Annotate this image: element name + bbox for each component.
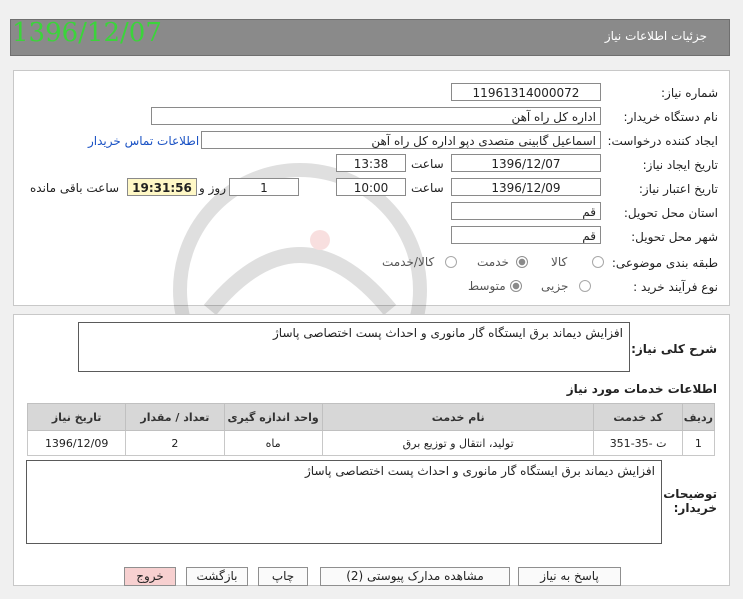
category-radio-service[interactable] [516,256,528,268]
process-option-minor: جزیی [541,279,569,293]
days-label: روز و [199,181,226,195]
cell-unit: ماه [223,430,323,456]
col-quantity: تعداد / مقدار [125,403,225,431]
col-row-number: ردیف [681,403,716,431]
category-label: طبقه بندی موضوعی: [611,256,718,270]
summary-text: افزایش دیماند برق ایستگاه گار مانوری و ا… [78,322,630,372]
cell-row-number: 1 [681,430,716,456]
cell-service-name: تولید، انتقال و توزیع برق [321,430,595,456]
summary-label: شرح کلی نیاز: [631,342,717,356]
col-need-date: تاریخ نیاز [26,403,127,431]
city-field: قم [451,226,601,244]
cell-quantity: 2 [125,430,225,456]
valid-date-field: 1396/12/09 [451,178,601,196]
buyer-notes-label: توضیحات خریدار: [663,487,717,515]
header-date: 1396/12/07 [12,18,162,48]
created-time-field: 13:38 [336,154,406,172]
print-button[interactable]: چاپ [258,567,308,586]
reply-button[interactable]: پاسخ به نیاز [518,567,621,586]
need-number-field: 11961314000072 [451,83,601,101]
need-number-label: شماره نیاز: [661,86,718,100]
valid-time-field: 10:00 [336,178,406,196]
col-service-name: نام خدمت [321,403,595,431]
buyer-org-field: اداره کل راه آهن [151,107,601,125]
category-radio-goods-service[interactable] [445,256,457,268]
col-service-code: کد خدمت [593,403,683,431]
created-date-field: 1396/12/07 [451,154,601,172]
created-date-label: تاریخ ایجاد نیاز: [642,158,718,172]
process-option-medium: متوسط [468,279,506,293]
back-button[interactable]: بازگشت [186,567,248,586]
buyer-org-label: نام دستگاه خریدار: [623,110,719,124]
exit-button[interactable]: خروج [124,567,176,586]
requester-label: ایجاد کننده درخواست: [607,134,718,148]
created-time-label: ساعت [411,157,444,171]
category-option-goods-service: کالا/خدمت [382,255,435,269]
category-radio-goods[interactable] [592,256,604,268]
province-field: قم [451,202,601,220]
table-row: 1 ت -35-351 تولید، انتقال و توزیع برق ما… [26,430,716,456]
page-title: جزئیات اطلاعات نیاز [604,29,707,43]
valid-date-label: تاریخ اعتبار نیاز: [638,182,718,196]
buyer-contact-link[interactable]: اطلاعات تماس خریدار [88,134,199,148]
requester-field: اسماعیل گابینی متصدی دپو اداره کل راه آه… [201,131,601,149]
category-option-service: خدمت [477,255,509,269]
cell-need-date: 1396/12/09 [26,430,127,456]
remaining-time-label: ساعت باقی مانده [30,181,120,195]
city-label: شهر محل تحویل: [631,230,718,244]
view-attachments-button[interactable]: مشاهده مدارک پیوستی (2) [320,567,510,586]
col-unit: واحد اندازه گیری [223,403,323,431]
valid-time-label: ساعت [411,181,444,195]
remaining-days-field: 1 [229,178,299,196]
remaining-time-field: 19:31:56 [127,178,197,196]
process-radio-medium[interactable] [510,280,522,292]
province-label: استان محل تحویل: [623,206,718,220]
process-label: نوع فرآیند خرید : [633,280,718,294]
process-radio-minor[interactable] [579,280,591,292]
services-section-title: اطلاعات خدمات مورد نیاز [566,382,717,396]
cell-service-code: ت -35-351 [593,430,683,456]
services-table: ردیف کد خدمت نام خدمت واحد اندازه گیری ت… [26,403,716,456]
buyer-notes-text: افزایش دیماند برق ایستگاه گار مانوری و ا… [26,460,662,544]
table-header-row: ردیف کد خدمت نام خدمت واحد اندازه گیری ت… [26,403,716,431]
category-option-goods: کالا [551,255,568,269]
